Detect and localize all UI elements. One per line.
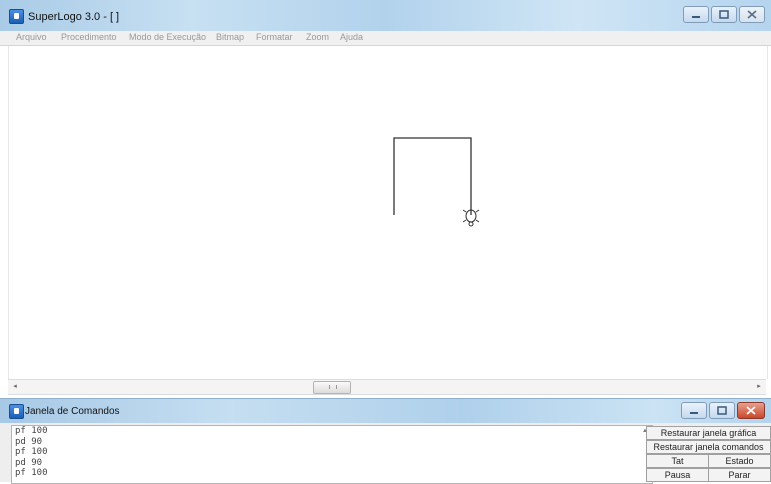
close-icon[interactable]: [739, 6, 765, 23]
command-window-body: pf 100 pd 90 pf 100 pd 90 pf 100 ▲ Resta…: [0, 423, 771, 484]
pausa-button[interactable]: Pausa: [646, 468, 709, 482]
restore-graphics-button[interactable]: Restaurar janela gráfica: [646, 426, 771, 440]
close-icon[interactable]: [737, 402, 765, 419]
menu-formatar[interactable]: Formatar: [256, 32, 293, 42]
scroll-left-icon[interactable]: ◂: [8, 380, 22, 394]
menu-zoom[interactable]: Zoom: [306, 32, 329, 42]
command-window-title: Janela de Comandos: [25, 406, 120, 417]
menu-arquivo[interactable]: Arquivo: [16, 32, 47, 42]
command-history[interactable]: pf 100 pd 90 pf 100 pd 90 pf 100 ▲: [11, 425, 653, 484]
command-line: pd 90: [15, 457, 43, 468]
menu-procedimento[interactable]: Procedimento: [61, 32, 117, 42]
scroll-thumb[interactable]: [313, 381, 351, 394]
command-window-titlebar[interactable]: Janela de Comandos: [0, 398, 771, 423]
window-title: SuperLogo 3.0 - [ ]: [28, 11, 120, 23]
menu-modo-de-execucao[interactable]: Modo de Execução: [129, 32, 206, 42]
main-titlebar[interactable]: SuperLogo 3.0 - [ ]: [0, 0, 771, 32]
command-window-controls: [681, 402, 765, 419]
minimize-icon[interactable]: [683, 6, 709, 23]
maximize-icon[interactable]: [711, 6, 737, 23]
turtle-path: [393, 137, 472, 215]
estado-button[interactable]: Estado: [708, 454, 771, 468]
command-line: pf 100: [15, 447, 48, 457]
turtle-icon: [462, 207, 480, 227]
turtle-drawing: [393, 137, 480, 227]
command-window-icon: [9, 404, 24, 419]
horizontal-scrollbar[interactable]: ◂ ▸: [8, 379, 766, 395]
restore-commands-button[interactable]: Restaurar janela comandos: [646, 440, 771, 454]
command-line: pd 90: [15, 436, 43, 447]
command-line: pf 100: [15, 468, 48, 478]
command-line: pf 100: [15, 426, 48, 436]
menu-ajuda[interactable]: Ajuda: [340, 32, 363, 42]
scroll-right-icon[interactable]: ▸: [752, 380, 766, 394]
menu-bar: Arquivo Procedimento Modo de Execução Bi…: [0, 31, 771, 46]
maximize-icon[interactable]: [709, 402, 735, 419]
tat-button[interactable]: Tat: [646, 454, 709, 468]
command-side-panel: Restaurar janela gráfica Restaurar janel…: [646, 425, 771, 482]
window-controls: [683, 6, 765, 23]
minimize-icon[interactable]: [681, 402, 707, 419]
menu-bitmap[interactable]: Bitmap: [216, 32, 244, 42]
parar-button[interactable]: Parar: [708, 468, 771, 482]
graphics-canvas[interactable]: [8, 46, 768, 379]
superlogo-app-icon: [9, 9, 24, 24]
